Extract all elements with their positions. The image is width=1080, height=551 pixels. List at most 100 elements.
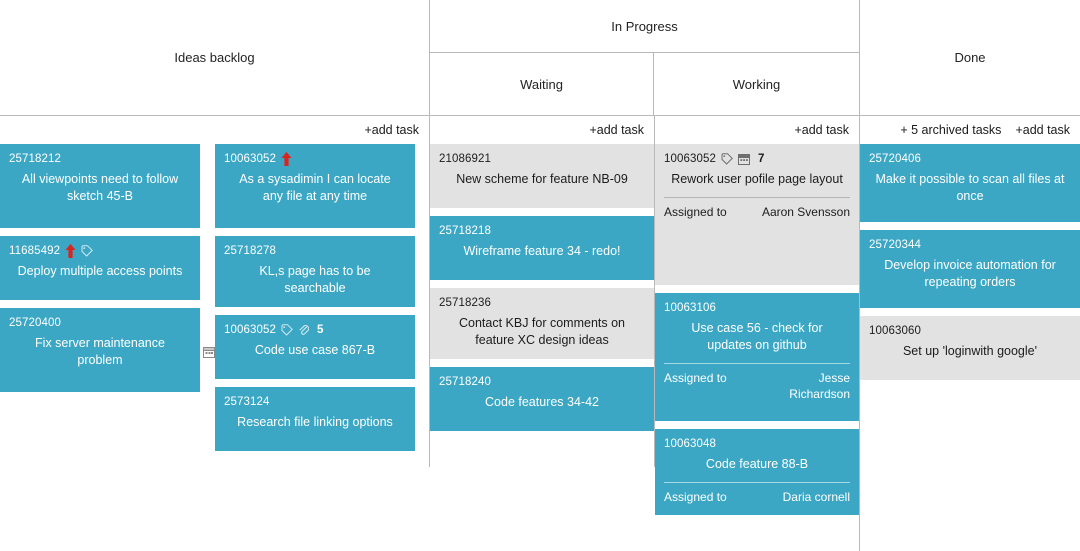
task-card-header: 25720406	[869, 152, 1071, 166]
task-card[interactable]: 10063048 Code feature 88-B Assigned to Dari…	[655, 429, 859, 515]
task-id: 10063052	[664, 153, 716, 165]
column-header-waiting: Waiting	[429, 53, 654, 116]
board-header: Ideas backlog In Progress Waiting Workin…	[0, 0, 1080, 116]
task-card-header: 2573124	[224, 395, 406, 409]
column-header-label: Done	[954, 50, 986, 65]
task-title: Develop invoice automation for repeating…	[884, 258, 1056, 289]
task-title: Deploy multiple access points	[17, 264, 183, 278]
task-title: As a sysadimin I can locate any file at …	[239, 172, 391, 203]
task-card-header: 25718212	[9, 152, 191, 166]
task-id: 11685492	[9, 245, 61, 257]
column-waiting: +add task 21086921 New scheme for feature…	[430, 116, 654, 439]
task-title: All viewpoints need to follow sketch 45-…	[21, 172, 179, 203]
column-header-label: Working	[732, 76, 781, 92]
task-title: New scheme for feature NB-09	[456, 172, 628, 186]
task-card[interactable]: 10063060 Set up 'loginwith google'	[860, 316, 1080, 380]
task-card-header: 10063052	[224, 152, 406, 166]
task-card-header: 25720400	[9, 316, 191, 330]
task-card-header: 25718240	[439, 375, 645, 389]
column-header-working: Working	[654, 53, 860, 116]
priority-arrow-icon	[281, 152, 292, 166]
task-card-header: 10063052 7	[664, 152, 850, 166]
add-task-button[interactable]: +add task	[1015, 123, 1070, 137]
task-title: Use case 56 - check for updates on githu…	[691, 321, 823, 352]
add-task-button[interactable]: +add task	[364, 123, 419, 137]
calendar-icon	[737, 153, 750, 165]
task-card[interactable]: 25720406 Make it possible to scan all fil…	[860, 144, 1080, 222]
task-id: 25720400	[9, 317, 61, 329]
task-id: 25718240	[439, 376, 491, 388]
tag-icon	[81, 245, 94, 257]
task-title: Contact KBJ for comments on feature XC d…	[458, 316, 626, 347]
task-card-header: 21086921	[439, 152, 645, 166]
kanban-board: Ideas backlog In Progress Waiting Workin…	[0, 0, 1080, 551]
column-actions-waiting: +add task	[430, 116, 654, 144]
task-card[interactable]: 10063106 Use case 56 - check for updates …	[655, 293, 859, 421]
task-card[interactable]: 21086921 New scheme for feature NB-09	[430, 144, 654, 208]
add-task-button[interactable]: +add task	[589, 123, 644, 137]
task-id: 21086921	[439, 153, 491, 165]
task-card[interactable]: 25720344 Develop invoice automation for r…	[860, 230, 1080, 308]
assigned-to-label: Assigned to	[664, 490, 727, 504]
done-lane: 25720406 Make it possible to scan all fil…	[860, 144, 1080, 388]
column-header-done: Done	[860, 0, 1080, 116]
column-working: +add task 10063052 7 Rework user pofile pa…	[655, 116, 859, 523]
task-id: 2573124	[224, 396, 270, 408]
task-card-header: 10063106	[664, 301, 850, 315]
column-done: + 5 archived tasks +add task 25720406 Mak…	[860, 116, 1080, 388]
task-assignee-row: Assigned to Aaron Svensson	[664, 197, 850, 220]
priority-arrow-icon	[65, 244, 76, 258]
task-card[interactable]: 10063052 7 Rework user pofile page layout A…	[655, 144, 859, 285]
column-group-header-label: In Progress	[611, 18, 678, 34]
column-group-header-in-progress: In Progress	[429, 0, 860, 53]
assignee-name[interactable]: Jesse Richardson	[755, 370, 850, 402]
add-task-button[interactable]: +add task	[794, 123, 849, 137]
task-card[interactable]: 25718218 Wireframe feature 34 - redo!	[430, 216, 654, 280]
tag-icon	[281, 324, 293, 336]
tag-icon	[721, 153, 733, 165]
archived-tasks-button[interactable]: + 5 archived tasks	[900, 123, 1001, 137]
backlog-lane-right: 10063052 As a sysadimin I can locate any …	[215, 144, 415, 459]
task-assignee-row: Assigned to Daria cornell	[664, 482, 850, 505]
task-attachment-count: 5	[316, 324, 324, 336]
task-title: Code use case 867-B	[254, 343, 376, 357]
task-card-header: 10063048	[664, 437, 850, 451]
task-card[interactable]: 25718236 Contact KBJ for comments on feat…	[430, 288, 654, 359]
task-card-header: 10063060	[869, 324, 1071, 338]
column-actions-working: +add task	[655, 116, 859, 144]
assigned-to-label: Assigned to	[664, 371, 727, 385]
working-lane: 10063052 7 Rework user pofile page layout A…	[655, 144, 859, 523]
task-card-header: 25720344	[869, 238, 1071, 252]
task-card[interactable]: 25720400 Fix server maintenance problem	[0, 308, 200, 392]
task-id: 10063060	[869, 325, 921, 337]
task-id: 25720344	[869, 239, 921, 251]
task-card[interactable]: 11685492 Deploy multiple access points	[0, 236, 200, 300]
calendar-icon	[203, 345, 215, 358]
task-title: Rework user pofile page layout	[671, 172, 843, 186]
task-title: Code feature 88-B	[705, 457, 809, 471]
task-card[interactable]: 25718240 Code features 34-42	[430, 367, 654, 431]
assignee-name[interactable]: Daria cornell	[783, 489, 850, 505]
waiting-lane: 21086921 New scheme for feature NB-09 2571…	[430, 144, 654, 439]
task-card[interactable]: 25718278 KL,s page has to be searchable	[215, 236, 415, 307]
task-attachment-count: 7	[757, 153, 765, 165]
task-card[interactable]: 2573124 Research file linking options	[215, 387, 415, 451]
assigned-to-label: Assigned to	[664, 205, 727, 219]
task-title: Fix server maintenance problem	[35, 336, 165, 367]
column-header-label: Waiting	[520, 76, 563, 92]
task-id: 10063106	[664, 302, 716, 314]
task-card-header: 25718218	[439, 224, 645, 238]
backlog-lanes: 25718212 All viewpoints need to follow sk…	[0, 144, 429, 459]
task-title: KL,s page has to be searchable	[259, 264, 371, 295]
task-id: 25718218	[439, 225, 491, 237]
task-assignee-row: Assigned to Jesse Richardson	[664, 363, 850, 402]
column-header-label: Ideas backlog	[174, 50, 255, 65]
task-card[interactable]: 25718212 All viewpoints need to follow sk…	[0, 144, 200, 228]
assignee-name[interactable]: Aaron Svensson	[762, 204, 850, 220]
column-actions-done: + 5 archived tasks +add task	[860, 116, 1080, 144]
task-card[interactable]: 10063052 As a sysadimin I can locate any …	[215, 144, 415, 228]
task-card[interactable]: 10063052 5 Code use case 867-B	[215, 315, 415, 379]
task-title: Code features 34-42	[485, 395, 599, 409]
task-title: Make it possible to scan all files at on…	[875, 172, 1065, 203]
task-title: Research file linking options	[237, 415, 393, 429]
